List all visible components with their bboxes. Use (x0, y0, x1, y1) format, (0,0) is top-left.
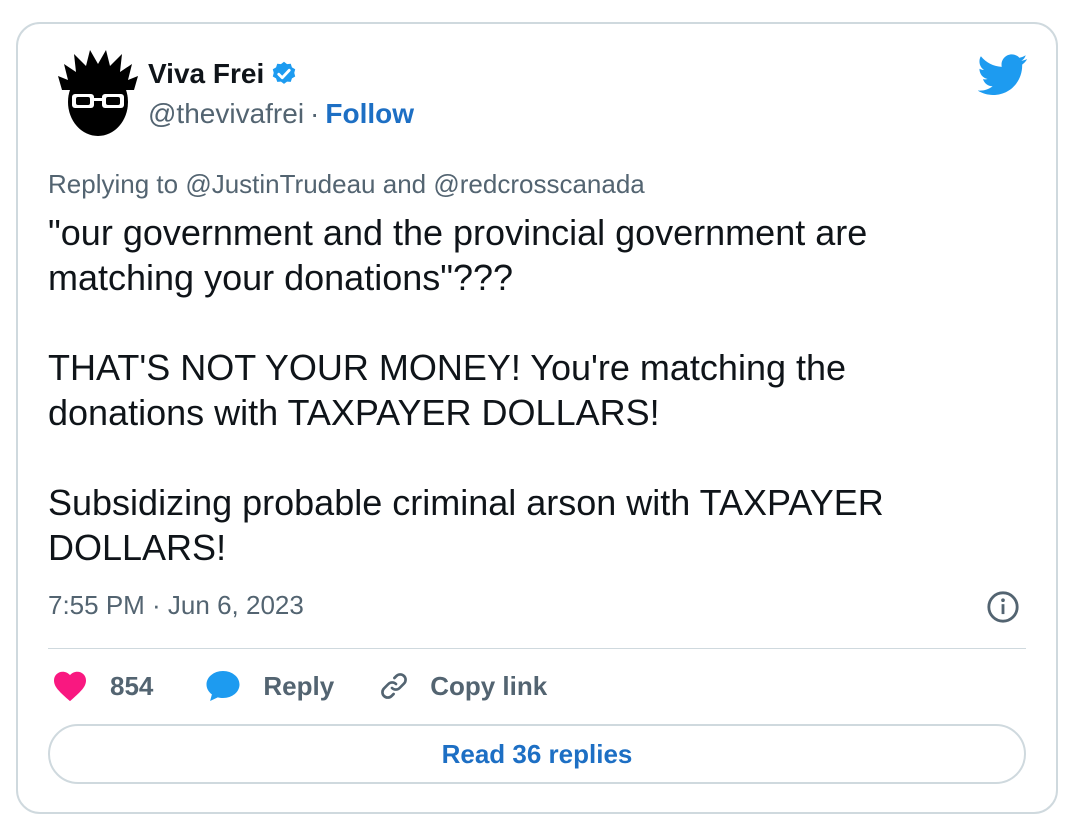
author-name-row: Viva Frei (148, 58, 298, 90)
copy-link-button[interactable]: Copy link (378, 670, 547, 702)
mention-justintrudeau[interactable]: @JustinTrudeau (185, 169, 375, 199)
author-display-name[interactable]: Viva Frei (148, 58, 264, 90)
tweet-paragraph: Subsidizing probable criminal arson with… (48, 482, 884, 568)
like-count: 854 (110, 670, 154, 701)
copy-link-label: Copy link (430, 670, 548, 701)
replying-prefix: Replying to (48, 169, 179, 199)
tweet-paragraph: "our government and the provincial gover… (48, 212, 868, 298)
author-handle[interactable]: @thevivafrei (148, 98, 304, 130)
verified-badge-icon (273, 61, 296, 84)
author-handle-row: @thevivafrei · Follow (148, 98, 414, 130)
reply-label: Reply (263, 670, 335, 701)
action-bar: 854 Reply Copy link (52, 666, 547, 706)
speech-bubble-icon (206, 671, 240, 701)
mention-redcrosscanada[interactable]: @redcrosscanada (433, 169, 644, 199)
reply-button[interactable]: Reply (205, 669, 334, 703)
tweet-paragraph: THAT'S NOT YOUR MONEY! You're matching t… (48, 347, 847, 433)
heart-icon (54, 671, 86, 702)
avatar[interactable] (58, 50, 138, 140)
follow-button[interactable]: Follow (325, 98, 414, 130)
like-button[interactable]: 854 (52, 670, 153, 702)
info-icon[interactable] (986, 590, 1020, 624)
read-replies-button[interactable]: Read 36 replies (48, 724, 1026, 784)
replying-to-line: Replying to @JustinTrudeau and @redcross… (48, 169, 645, 200)
tweet-card: Viva Frei @thevivafrei · Follow Replying… (16, 22, 1058, 814)
link-icon (381, 673, 408, 699)
tweet-text: "our government and the provincial gover… (48, 210, 948, 570)
twitter-bird-icon[interactable] (978, 54, 1028, 96)
replying-conjunction: and (382, 169, 427, 199)
tweet-timestamp[interactable]: 7:55 PM · Jun 6, 2023 (48, 590, 304, 621)
divider (48, 648, 1026, 649)
handle-separator: · (310, 98, 320, 129)
